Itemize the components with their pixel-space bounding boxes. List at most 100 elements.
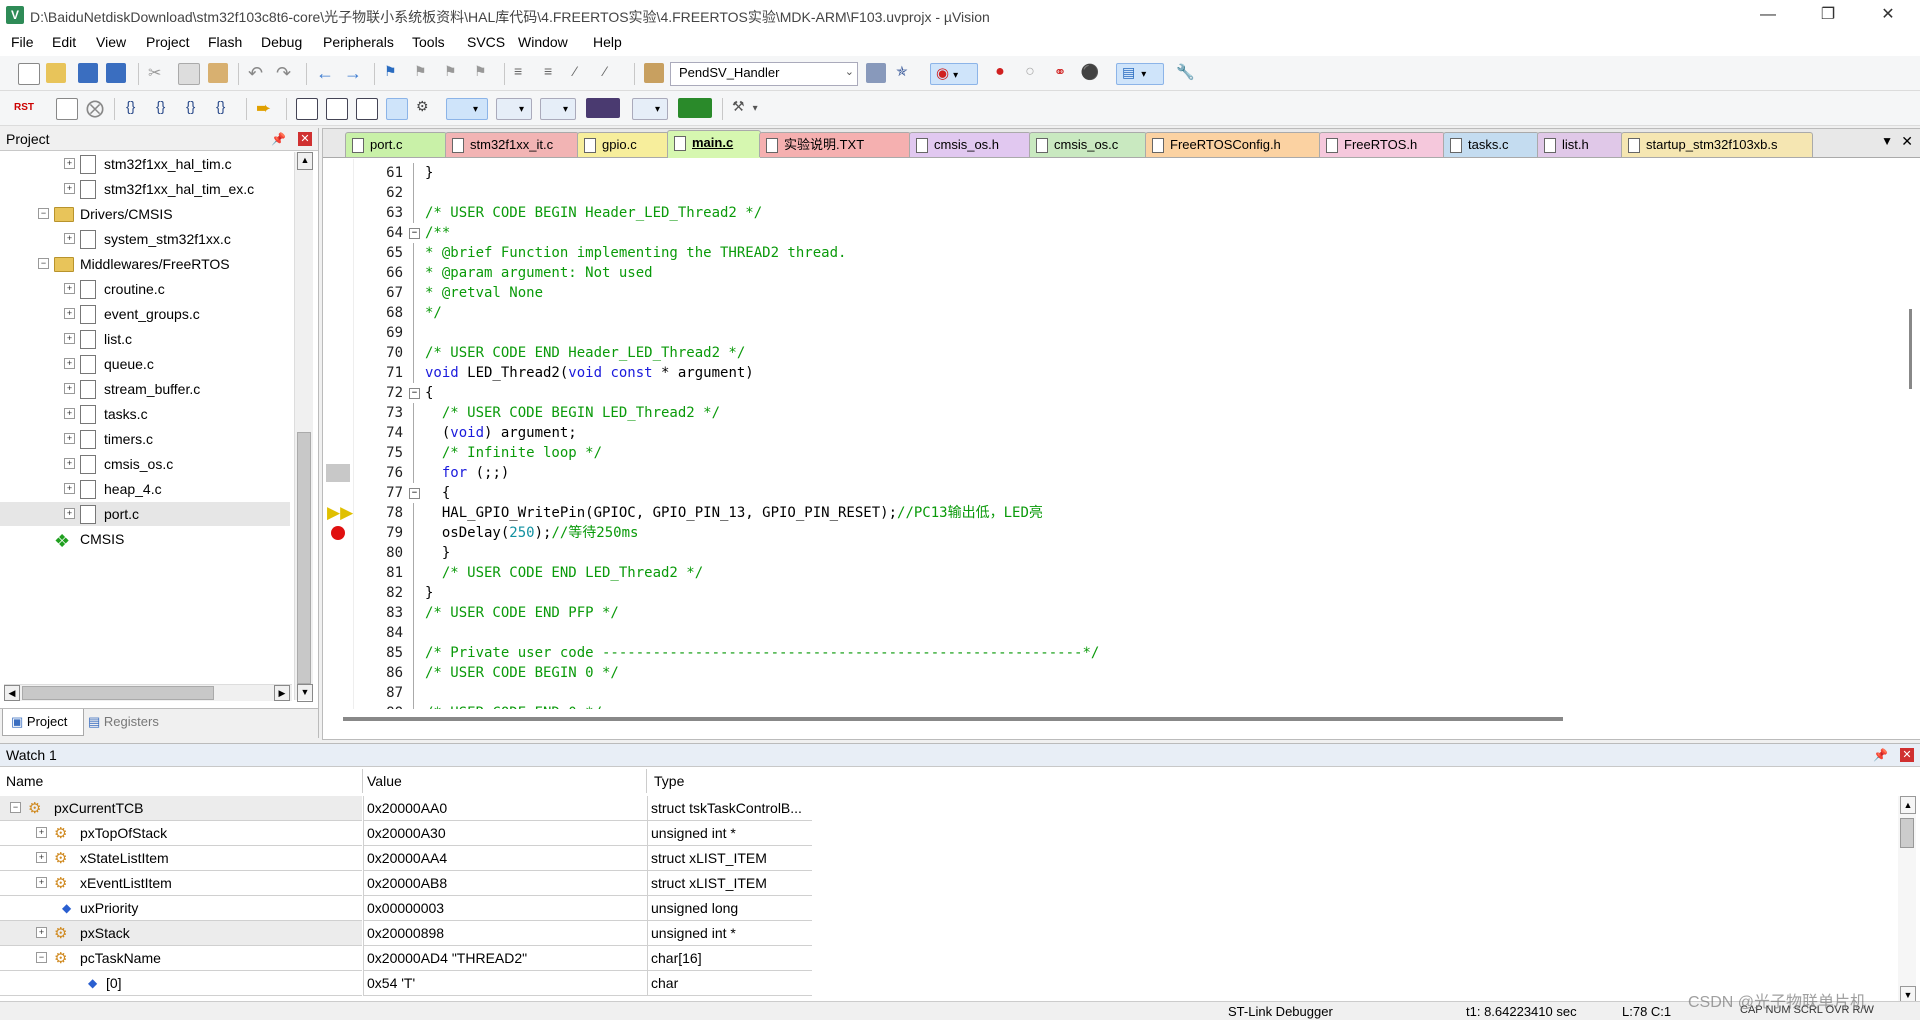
expand-icon[interactable]: + — [64, 183, 75, 194]
menu-peripherals[interactable]: Peripherals — [323, 34, 394, 50]
code-line[interactable]: 88 /* USER CODE END 0 */ — [323, 703, 1893, 709]
editor-scroll-thumb[interactable] — [1909, 309, 1912, 389]
insert-breakpoint-icon[interactable]: ● — [990, 63, 1010, 83]
code-area[interactable]: 61} 62 63 /* USER CODE BEGIN Header_LED_Thr… — [323, 159, 1903, 709]
expand-icon[interactable]: + — [64, 483, 75, 494]
disable-breakpoints-icon[interactable]: ⚭ — [1050, 63, 1070, 83]
watch-row[interactable]: + ⚙ pxStack 0x20000898 unsigned int * — [0, 921, 812, 946]
collapse-icon[interactable]: − — [10, 802, 21, 813]
function-combo[interactable]: PendSV_Handler ⌄ — [670, 62, 858, 86]
tab-project[interactable]: ▣ Project — [2, 709, 84, 736]
expand-icon[interactable]: + — [36, 877, 47, 888]
code-line[interactable]: 63 /* USER CODE BEGIN Header_LED_Thread2 … — [323, 203, 1893, 223]
watch-row[interactable]: + ⚙ xStateListItem 0x20000AA4 struct xLIST_I… — [0, 846, 812, 871]
minimize-button[interactable]: — — [1740, 0, 1796, 30]
project-tree-item[interactable]: + stm32f1xx_hal_tim_ex.c — [0, 177, 290, 201]
code-line[interactable]: 77− { — [323, 483, 1893, 503]
copy-icon[interactable] — [178, 63, 200, 85]
project-tree-item[interactable]: + system_stm32f1xx.c — [0, 227, 290, 251]
symbols-window-icon[interactable] — [356, 98, 378, 120]
expand-icon[interactable]: + — [64, 283, 75, 294]
stop-icon[interactable]: ⨂ — [86, 98, 106, 118]
code-line[interactable]: 74 (void) argument; — [323, 423, 1893, 443]
watch-value[interactable]: 0x20000AB8 — [367, 875, 447, 891]
clear-bookmarks-icon[interactable]: ⚑ — [474, 63, 494, 83]
project-tree-item[interactable]: ❖ CMSIS — [0, 527, 290, 551]
navigate-back-icon[interactable]: ← — [316, 63, 336, 83]
code-line[interactable]: 68 */ — [323, 303, 1893, 323]
expand-icon[interactable]: + — [64, 158, 75, 169]
expand-icon[interactable]: + — [36, 852, 47, 863]
restore-button[interactable]: ❐ — [1800, 0, 1856, 30]
breakpoint-icon[interactable] — [331, 526, 345, 540]
code-line[interactable]: 87 — [323, 683, 1893, 703]
expand-icon[interactable]: + — [64, 233, 75, 244]
open-folder-icon[interactable] — [46, 63, 66, 83]
step-over-icon[interactable]: {} — [156, 98, 176, 118]
fold-icon[interactable]: − — [409, 228, 420, 239]
expand-icon[interactable]: + — [64, 458, 75, 469]
window-layout-icon[interactable]: ▤ ▾ — [1116, 63, 1164, 85]
editor-tab[interactable]: cmsis_os.h — [909, 132, 1031, 157]
editor-tab[interactable]: stm32f1xx_it.c — [445, 132, 579, 157]
memory-window-icon[interactable]: ▾ — [496, 98, 532, 120]
project-tree-item[interactable]: + croutine.c — [0, 277, 290, 301]
code-line[interactable]: 82} — [323, 583, 1893, 603]
tab-registers[interactable]: ▤ Registers — [88, 709, 180, 735]
code-line[interactable]: 86 /* USER CODE BEGIN 0 */ — [323, 663, 1893, 683]
scroll-down-icon[interactable]: ▼ — [297, 684, 313, 702]
editor-horizontal-scrollbar[interactable] — [343, 717, 1563, 721]
project-tree-item[interactable]: + stm32f1xx_hal_tim.c — [0, 152, 290, 176]
code-line[interactable]: 66 * @param argument: Not used — [323, 263, 1893, 283]
code-line[interactable]: 69 — [323, 323, 1893, 343]
h-scroll-thumb[interactable] — [22, 686, 214, 700]
expand-icon[interactable]: + — [64, 433, 75, 444]
enable-breakpoint-icon[interactable]: ○ — [1020, 63, 1040, 83]
fold-icon[interactable]: − — [409, 388, 420, 399]
watch-value[interactable]: 0x20000AA4 — [367, 850, 447, 866]
registers-window-icon[interactable] — [386, 98, 408, 120]
kill-breakpoints-icon[interactable]: ⚫ — [1080, 63, 1100, 83]
code-line[interactable]: 83 /* USER CODE END PFP */ — [323, 603, 1893, 623]
watch-close-icon[interactable]: ✕ — [1900, 748, 1914, 762]
menu-svcs[interactable]: SVCS — [467, 34, 505, 50]
watch-value[interactable]: 0x20000AA0 — [367, 800, 447, 816]
menu-window[interactable]: Window — [518, 34, 568, 50]
watch-row[interactable]: ◆ uxPriority 0x00000003 unsigned long — [0, 896, 812, 921]
menu-project[interactable]: Project — [146, 34, 190, 50]
expand-icon[interactable]: + — [64, 358, 75, 369]
code-line[interactable]: 81 /* USER CODE END LED_Thread2 */ — [323, 563, 1893, 583]
tab-list-icon[interactable]: ▼ — [1881, 134, 1893, 148]
editor-tab[interactable]: tasks.c — [1443, 132, 1539, 157]
column-type[interactable]: Type — [654, 769, 684, 793]
trace-window-icon[interactable]: ▾ — [632, 98, 668, 120]
project-tree-item[interactable]: − Drivers/CMSIS — [0, 202, 290, 226]
expand-icon[interactable]: + — [36, 927, 47, 938]
tree-vertical-scrollbar[interactable]: ▲ ▼ — [294, 152, 313, 702]
unindent-icon[interactable]: ≡ — [544, 63, 564, 83]
project-tree-item[interactable]: + queue.c — [0, 352, 290, 376]
watch-row[interactable]: − ⚙ pcTaskName 0x20000AD4 "THREAD2" char[16] — [0, 946, 812, 971]
menu-view[interactable]: View — [96, 34, 126, 50]
menu-file[interactable]: File — [11, 34, 34, 50]
code-line[interactable]: 80 } — [323, 543, 1893, 563]
comment-icon[interactable]: ⁄ — [574, 63, 594, 83]
expand-icon[interactable]: + — [64, 383, 75, 394]
close-tab-icon[interactable]: ✕ — [1901, 133, 1913, 150]
call-stack-window-icon[interactable]: ⚙ — [416, 98, 436, 118]
menu-help[interactable]: Help — [593, 34, 622, 50]
watch-value[interactable]: 0x20000898 — [367, 925, 444, 941]
pin-icon[interactable]: 📌 — [271, 128, 286, 150]
show-next-statement-icon[interactable]: ➨ — [256, 98, 276, 118]
collapse-icon[interactable]: − — [36, 952, 47, 963]
incremental-find-icon[interactable]: ✯ — [896, 63, 916, 83]
code-line[interactable]: 61} — [323, 163, 1893, 183]
code-line[interactable]: 71 void LED_Thread2(void const * argument… — [323, 363, 1893, 383]
navigate-forward-icon[interactable]: → — [344, 63, 364, 83]
redo-icon[interactable]: ↷ — [276, 63, 296, 83]
debug-session-icon[interactable]: ◉ ▾ — [930, 63, 978, 85]
code-line[interactable]: 79 osDelay(250);//等待250ms — [323, 523, 1893, 543]
editor-tab[interactable]: cmsis_os.c — [1029, 132, 1147, 157]
project-tree-item[interactable]: + event_groups.c — [0, 302, 290, 326]
scroll-left-icon[interactable]: ◀ — [4, 685, 20, 701]
